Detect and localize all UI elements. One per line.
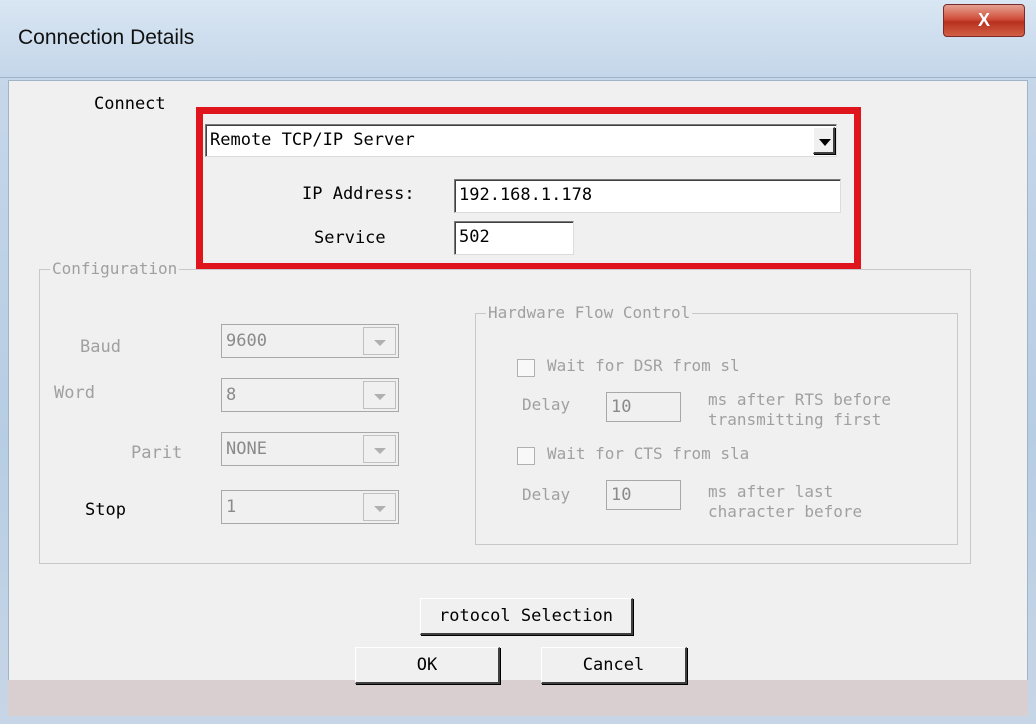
chevron-down-icon[interactable] — [363, 435, 396, 463]
configuration-title: Configuration — [50, 259, 180, 278]
delay2-input[interactable]: 10 — [606, 480, 681, 510]
baud-label: Baud — [80, 337, 121, 357]
dsr-label: Wait for DSR from sl — [547, 356, 740, 375]
delay1-input[interactable]: 10 — [606, 392, 681, 422]
connect-label: Connect — [94, 94, 166, 114]
protocol-selection-button[interactable]: rotocol Selection — [420, 598, 633, 635]
delay2-desc-line2: character before — [708, 502, 863, 521]
stop-label: Stop — [85, 500, 126, 520]
flow-control-title: Hardware Flow Control — [486, 303, 693, 322]
chevron-down-icon[interactable] — [363, 327, 396, 355]
chevron-down-icon[interactable] — [363, 493, 396, 521]
cancel-button[interactable]: Cancel — [541, 647, 687, 684]
delay1-label: Delay — [522, 395, 571, 414]
parity-label: Parit — [131, 443, 183, 463]
chevron-down-icon[interactable] — [363, 381, 396, 409]
ok-button[interactable]: OK — [355, 647, 500, 684]
delay1-desc-line2: transmitting first — [708, 410, 882, 429]
word-label: Word — [54, 383, 95, 403]
delay1-description: ms after RTS before transmitting first — [708, 390, 891, 430]
delay2-desc-line1: ms after last — [708, 482, 834, 501]
bottom-band — [8, 680, 1028, 716]
highlight-box — [196, 107, 861, 270]
delay2-label: Delay — [522, 485, 571, 504]
close-icon: X — [977, 10, 990, 30]
dsr-checkbox[interactable] — [517, 359, 535, 377]
delay2-description: ms after last character before — [706, 482, 862, 522]
window-title: Connection Details — [18, 26, 195, 49]
close-button[interactable]: X — [943, 4, 1025, 37]
cts-label: Wait for CTS from sla — [547, 444, 750, 463]
cts-checkbox[interactable] — [517, 447, 535, 465]
ok-button-label: OK — [416, 655, 438, 675]
delay1-desc-line1: ms after RTS before — [708, 390, 892, 409]
